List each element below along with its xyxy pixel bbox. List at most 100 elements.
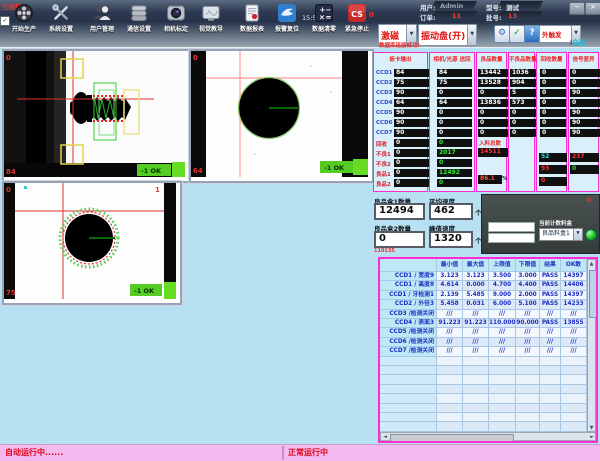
calculator-icon: +−×= <box>314 3 334 23</box>
table-empty-cell <box>540 366 561 375</box>
auto-mode-indicator: ∶自动 <box>570 38 586 48</box>
stats-value-box: 13528 <box>478 79 508 87</box>
table-empty-cell <box>561 404 587 413</box>
stats-value-box: 0 <box>540 119 566 127</box>
confirm-check-button[interactable]: ✓ <box>509 25 525 43</box>
table-empty-cell <box>540 375 561 384</box>
misc-red-number: 110135 <box>374 248 395 254</box>
table-empty-cell <box>540 413 561 422</box>
toolbar-item-server[interactable]: 通信设置 <box>118 3 160 33</box>
vertical-scroll-thumb[interactable] <box>589 270 597 318</box>
stats-value-box: 0 <box>540 109 566 117</box>
table-cell: 6.000 <box>489 300 516 309</box>
toolbar-item-emergency-stop[interactable]: CS 紧急停止 <box>336 3 378 33</box>
table-empty-cell <box>437 413 463 422</box>
horizontal-scroll-thumb[interactable] <box>390 434 514 442</box>
table-cell: 2.000 <box>516 291 540 300</box>
toolbar-item-label: 系统设置 <box>40 24 82 33</box>
vibration-dropdown[interactable]: 振动盘(开) ▼ <box>418 24 477 46</box>
toolbar-item-label: 报警复位 <box>266 24 308 33</box>
stats-row-label: CCD2 <box>376 80 392 86</box>
table-empty-cell <box>516 404 540 413</box>
table-row-label: CCD5 /检测关闭 <box>380 328 437 337</box>
trigger-value: 外触发 <box>540 29 571 39</box>
table-row-label: CCD4 / 表面3 <box>380 319 437 328</box>
scroll-down-icon[interactable]: ▼ <box>588 425 595 431</box>
stats-value-box: 0 <box>540 69 566 77</box>
minimize-button[interactable]: − <box>569 2 585 15</box>
svg-text:CS: CS <box>351 10 363 19</box>
chevron-down-icon[interactable]: ▼ <box>467 25 476 45</box>
stats-value-box: 0 <box>570 69 600 77</box>
order-label: 订单: <box>420 12 436 22</box>
stats-column-header: 相机/光源 送回 <box>430 55 474 63</box>
stats-value-box: 0 <box>394 139 429 147</box>
table-cell: /// <box>516 347 540 356</box>
scroll-left-icon[interactable]: ◄ <box>382 434 388 440</box>
stats-value-box: 0 <box>394 159 429 167</box>
camera-2-result: -1 OK <box>324 164 345 172</box>
toolbar-item-label: 开始生产 <box>3 24 45 33</box>
vertical-scrollbar[interactable]: ▲▼ <box>587 259 596 432</box>
table-cell: /// <box>489 310 516 319</box>
table-cell: 2.139 <box>437 291 463 300</box>
table-empty-cell <box>489 413 516 422</box>
stats-value-box: 64 <box>437 99 472 107</box>
chevron-down-icon[interactable]: ▼ <box>573 229 582 240</box>
count-input-2[interactable] <box>488 233 535 243</box>
status-left: 自动运行中...... <box>1 446 284 460</box>
table-cell: 5.100 <box>516 300 540 309</box>
stats-row-label: CCD7 <box>376 130 392 136</box>
count-input-1[interactable] <box>488 222 535 232</box>
camera-view-3: 0 75 1 -1 OK <box>2 181 182 305</box>
status-right: 正常运行中 <box>284 446 599 460</box>
table-empty-cell <box>489 357 516 366</box>
table-empty-cell <box>561 366 587 375</box>
table-cell: 14397 <box>561 272 587 281</box>
report-icon <box>242 3 262 23</box>
settings-gear-button[interactable]: ⚙ <box>494 25 510 43</box>
stats-value-box: 904 <box>510 79 536 87</box>
table-empty-cell <box>437 366 463 375</box>
toolbar-item-monitor[interactable]: 视觉教导 <box>190 3 232 33</box>
toolbar-item-label: 紧急停止 <box>336 24 378 33</box>
current-box-select[interactable]: 良品料盒1 ▼ <box>539 228 583 241</box>
table-empty-cell <box>561 413 587 422</box>
table-empty-cell <box>437 385 463 394</box>
stats-row-label: CCD4 <box>376 100 392 106</box>
box2-count-value: 0 <box>374 231 425 248</box>
close-button[interactable]: × <box>585 2 600 15</box>
toolbar-item-film-reel[interactable]: 开始生产 <box>3 3 45 33</box>
table-row-label: CCD6 /检测关闭 <box>380 338 437 347</box>
scroll-up-icon[interactable]: ▲ <box>588 261 595 267</box>
table-cell: /// <box>540 328 561 337</box>
scroll-right-icon[interactable]: ► <box>589 434 595 440</box>
stats-value-box: 0 <box>437 179 472 187</box>
table-cell: PASS <box>540 272 561 281</box>
stats-value-box: 0 <box>540 99 566 107</box>
table-cell: 0.031 <box>463 300 489 309</box>
stats-value-box: 90 <box>570 129 600 137</box>
table-cell: /// <box>540 338 561 347</box>
stats-group-out: 板卡输出CCD184CCD275CCD390CCD464CCD590CCD690… <box>373 52 428 192</box>
stats-column-header: 不良品数量 <box>509 55 534 63</box>
table-empty-cell <box>489 404 516 413</box>
toolbar-item-tools[interactable]: 系统设置 <box>40 3 82 33</box>
stats-row-label: 良品2 <box>376 180 391 188</box>
users-icon <box>92 3 112 23</box>
current-box-value: 良品料盒1 <box>540 229 573 240</box>
table-header-cell: OK数 <box>561 259 587 272</box>
horizontal-scrollbar[interactable]: ◄► <box>380 432 596 441</box>
stats-value-box: 13442 <box>478 69 508 77</box>
table-cell: /// <box>489 347 516 356</box>
toolbar-item-alarm-reset[interactable]: 报警复位 <box>266 3 308 33</box>
avg-speed-value: 462 <box>429 203 473 220</box>
camera-icon <box>166 3 186 23</box>
table-row-label: CCD2 / 外径3 <box>380 300 437 309</box>
table-empty-cell <box>561 422 587 431</box>
toolbar-item-label: 用户管理 <box>81 24 123 33</box>
toolbar-item-users[interactable]: 用户管理 <box>81 3 123 33</box>
stats-value-box: 0 <box>540 79 566 87</box>
counting-box-panel: 0 当前计数料盒 良品料盒1 ▼ <box>481 194 600 254</box>
help-button[interactable]: ? <box>524 25 540 43</box>
